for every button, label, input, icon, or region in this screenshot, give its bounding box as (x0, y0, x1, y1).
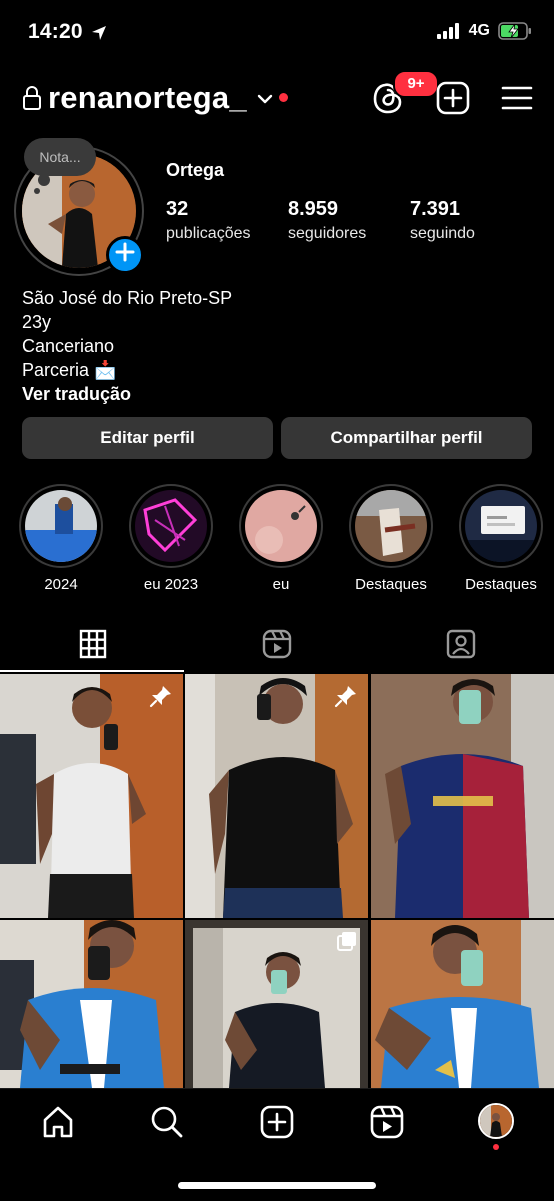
highlight-cover (135, 490, 207, 562)
highlight-item[interactable]: eu 2023 (127, 484, 215, 593)
highlight-cover (355, 490, 427, 562)
edit-profile-button[interactable]: Editar perfil (22, 417, 273, 459)
profile-avatar[interactable] (478, 1103, 514, 1139)
post-image (371, 920, 554, 1088)
reels-tab-icon[interactable] (262, 629, 292, 659)
username[interactable]: renanortega_ (48, 80, 247, 116)
highlight-label: Destaques (355, 576, 427, 593)
post-thumbnail[interactable] (0, 920, 183, 1088)
post-thumbnail[interactable] (185, 674, 368, 918)
chevron-down-icon[interactable] (256, 92, 274, 106)
post-image (0, 674, 183, 918)
highlight-ring (19, 484, 103, 568)
post-image (371, 674, 554, 918)
display-name: Ortega (166, 160, 225, 180)
signal-icon (436, 23, 459, 39)
profile-notification-dot (493, 1144, 499, 1150)
stat-label: seguidores (288, 225, 367, 242)
highlight-label: 2024 (44, 576, 78, 593)
battery-charging-icon (498, 22, 531, 40)
plus-icon (115, 242, 135, 262)
new-account-dot (279, 93, 288, 102)
tagged-icon[interactable] (446, 629, 476, 659)
add-post-icon[interactable] (436, 81, 470, 115)
grid-icon[interactable] (79, 629, 107, 659)
stat-value: 32 (166, 198, 189, 220)
profile-avatar-photo (480, 1105, 512, 1137)
translate-link[interactable]: Ver tradução (22, 382, 232, 406)
reels-icon[interactable] (370, 1105, 404, 1139)
note-tail-small (34, 188, 40, 194)
stat-followers[interactable]: 8.959 seguidores (288, 198, 366, 243)
highlight-label: Destaques (465, 576, 537, 593)
stat-value: 8.959 (288, 198, 339, 220)
bio-line: 23y (22, 312, 52, 332)
home-indicator[interactable] (178, 1182, 376, 1189)
highlight-label: eu (272, 576, 290, 593)
highlight-item[interactable]: Destaques (347, 484, 435, 593)
highlight-ring (459, 484, 543, 568)
stat-value: 7.391 (410, 198, 461, 220)
bio-line: Parceria 📩 (22, 360, 117, 380)
bio: São José do Rio Preto-SP 23y Canceriano … (22, 286, 232, 406)
post-thumbnail[interactable] (371, 920, 554, 1088)
home-icon[interactable] (41, 1105, 75, 1139)
post-image (185, 674, 368, 918)
status-time: 14:20 (28, 20, 83, 43)
post-thumbnail[interactable] (185, 920, 368, 1088)
stat-posts[interactable]: 32 publicações (166, 198, 251, 243)
bio-line: Canceriano (22, 336, 115, 356)
threads-badge: 9+ (393, 70, 439, 98)
highlight-cover (465, 490, 537, 562)
pin-icon (334, 686, 356, 708)
add-story-button[interactable] (106, 236, 144, 274)
stat-label: publicações (166, 225, 251, 242)
highlight-item[interactable]: Destaques (457, 484, 545, 593)
highlight-item[interactable]: 2024 (17, 484, 105, 593)
pin-icon (149, 686, 171, 708)
highlight-ring (129, 484, 213, 568)
post-thumbnail[interactable] (371, 674, 554, 918)
stat-label: seguindo (410, 225, 475, 242)
highlight-label: eu 2023 (143, 576, 199, 593)
post-image (0, 920, 183, 1088)
share-profile-button[interactable]: Compartilhar perfil (281, 417, 532, 459)
highlight-ring (239, 484, 323, 568)
active-tab-indicator (0, 670, 184, 672)
threads-button[interactable]: 9+ (370, 70, 439, 116)
menu-icon[interactable] (501, 84, 533, 112)
highlight-ring (349, 484, 433, 568)
note-tail (38, 174, 50, 186)
location-arrow-icon (92, 26, 106, 40)
highlight-cover (245, 490, 317, 562)
bio-line: São José do Rio Preto-SP (22, 288, 233, 308)
stat-following[interactable]: 7.391 seguindo (410, 198, 475, 243)
post-thumbnail[interactable] (0, 674, 183, 918)
search-icon[interactable] (150, 1105, 184, 1139)
highlight-cover (25, 490, 97, 562)
lock-icon (23, 86, 41, 110)
note-bubble[interactable]: Nota... (24, 138, 96, 176)
network-type: 4G (468, 22, 490, 39)
carousel-icon (337, 932, 356, 951)
highlight-item[interactable]: eu (237, 484, 325, 593)
create-icon[interactable] (260, 1105, 294, 1139)
status-right: 4G (436, 22, 532, 40)
